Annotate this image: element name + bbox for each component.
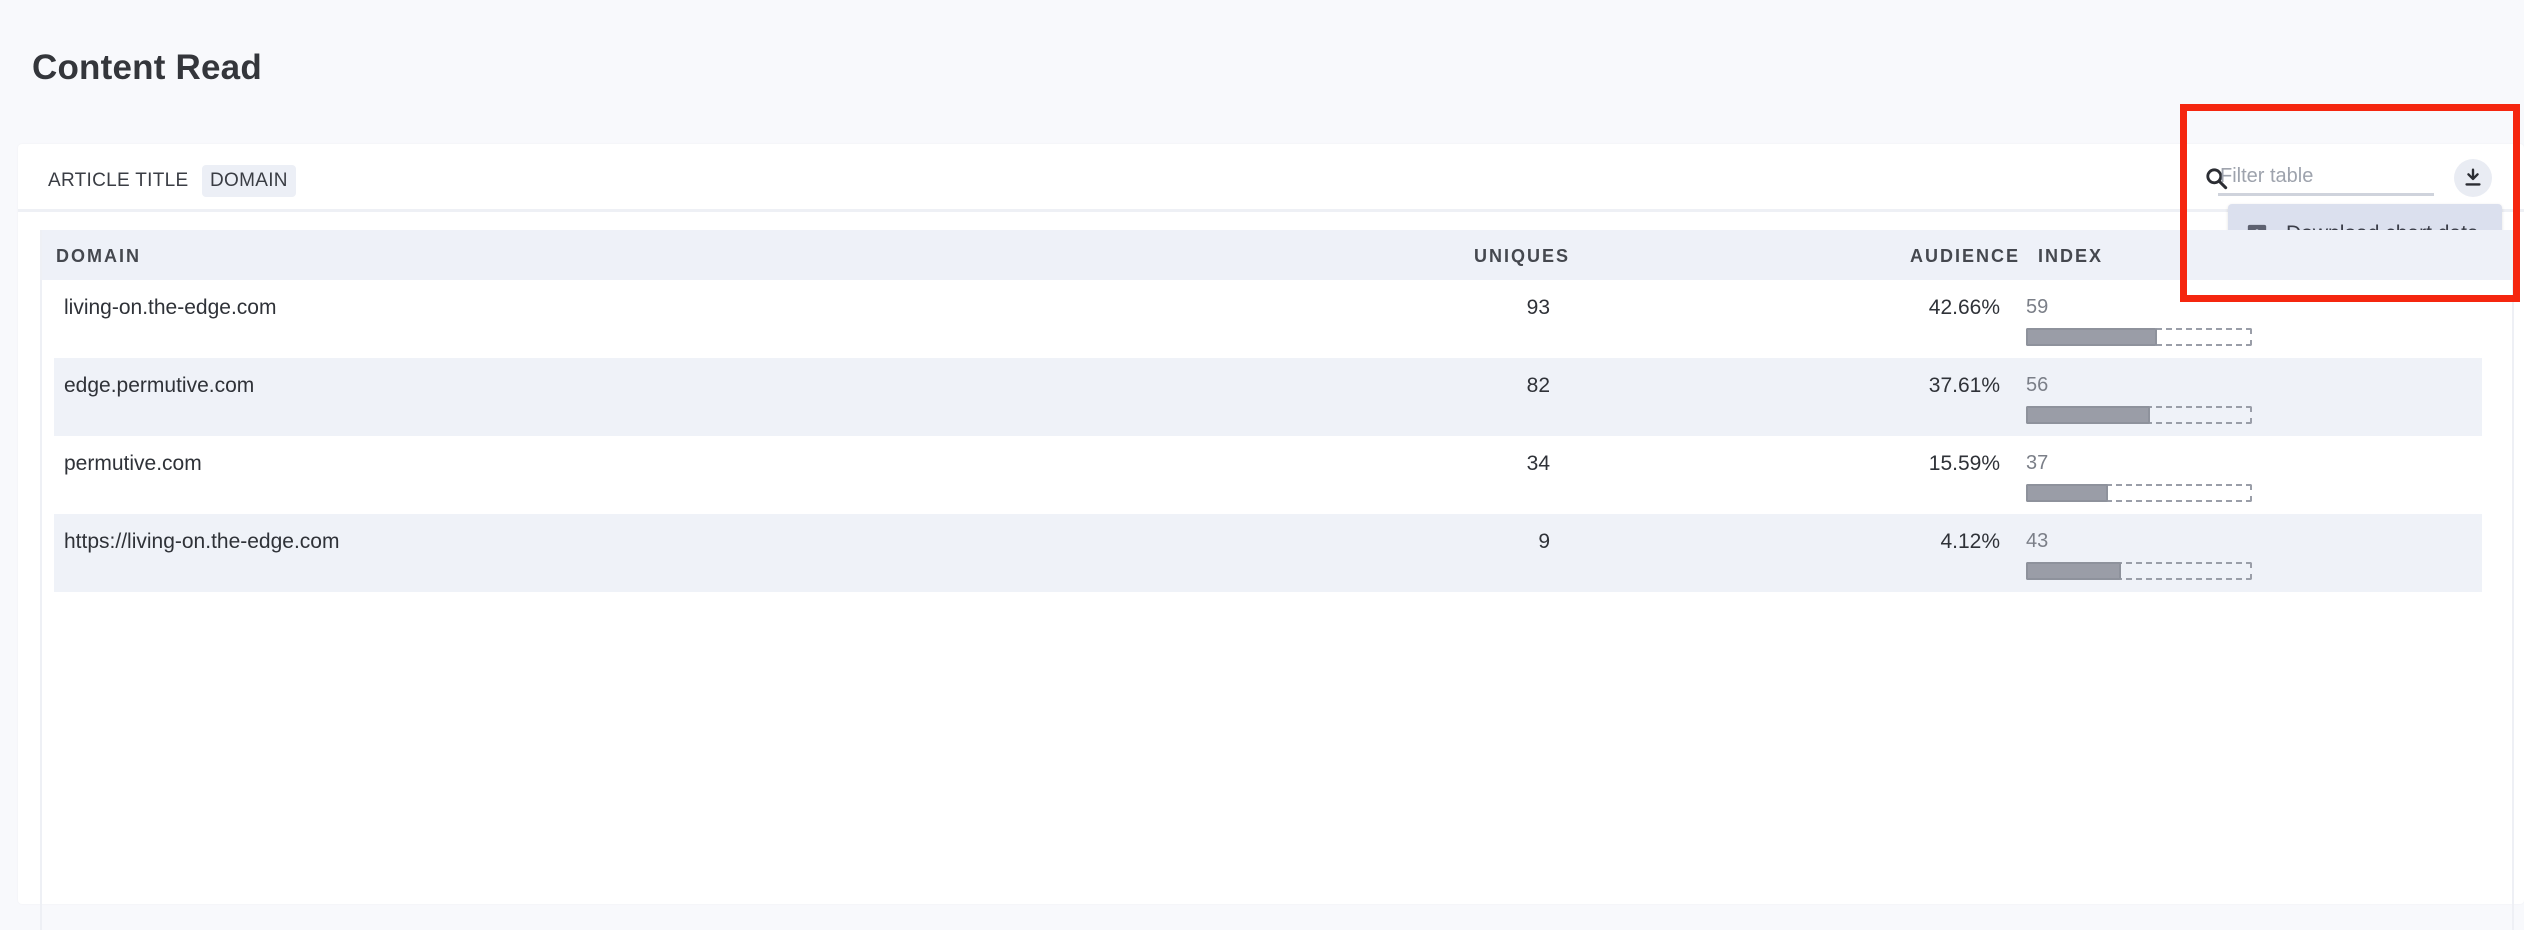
index-bar (2026, 328, 2252, 346)
index-bar (2026, 406, 2252, 424)
column-header-domain[interactable]: DOMAIN (56, 246, 141, 267)
download-button[interactable] (2454, 159, 2492, 197)
download-icon (2465, 168, 2481, 186)
column-header-index[interactable]: INDEX (2038, 246, 2103, 267)
index-bar-fill (2026, 562, 2122, 580)
audience-cell: 4.12% (1940, 530, 2000, 553)
uniques-cell: 93 (1526, 296, 1550, 319)
table-row[interactable]: edge.permutive.com 82 37.61% 56 (54, 358, 2482, 436)
audience-cell: 37.61% (1928, 374, 2000, 397)
table-row[interactable]: living-on.the-edge.com 93 42.66% 59 (54, 280, 2482, 358)
index-bar (2026, 484, 2252, 502)
domain-cell: living-on.the-edge.com (64, 296, 277, 319)
domain-cell: https://living-on.the-edge.com (64, 530, 340, 553)
index-value: 59 (2026, 296, 2049, 318)
page-title: Content Read (32, 48, 262, 87)
filter-table-input[interactable] (2218, 160, 2434, 196)
domain-cell: permutive.com (64, 452, 202, 475)
domain-table: DOMAIN UNIQUES AUDIENCE INDEX living-on.… (40, 230, 2514, 930)
audience-cell: 42.66% (1928, 296, 2000, 319)
table-header: DOMAIN UNIQUES AUDIENCE INDEX (42, 230, 2512, 280)
index-value: 56 (2026, 374, 2049, 396)
index-bar-fill (2026, 328, 2157, 346)
index-bar-fill (2026, 484, 2109, 502)
uniques-cell: 82 (1526, 374, 1550, 397)
table-row[interactable]: https://living-on.the-edge.com 9 4.12% 4… (54, 514, 2482, 592)
audience-cell: 15.59% (1928, 452, 2000, 475)
uniques-cell: 34 (1526, 452, 1550, 475)
tab-domain[interactable]: DOMAIN (202, 165, 296, 197)
tab-article-title[interactable]: ARTICLE TITLE (40, 165, 196, 197)
domain-cell: edge.permutive.com (64, 374, 255, 397)
tab-bar: ARTICLE TITLE DOMAIN Download chart data (18, 144, 2524, 264)
column-header-uniques[interactable]: UNIQUES (1474, 246, 1570, 267)
index-bar (2026, 562, 2252, 580)
column-header-audience[interactable]: AUDIENCE (1910, 246, 2020, 267)
index-value: 43 (2026, 530, 2049, 552)
index-value: 37 (2026, 452, 2049, 474)
index-bar-fill (2026, 406, 2151, 424)
content-read-card: ARTICLE TITLE DOMAIN Download chart data (18, 144, 2524, 930)
table-row[interactable]: permutive.com 34 15.59% 37 (54, 436, 2482, 514)
uniques-cell: 9 (1538, 530, 1550, 553)
